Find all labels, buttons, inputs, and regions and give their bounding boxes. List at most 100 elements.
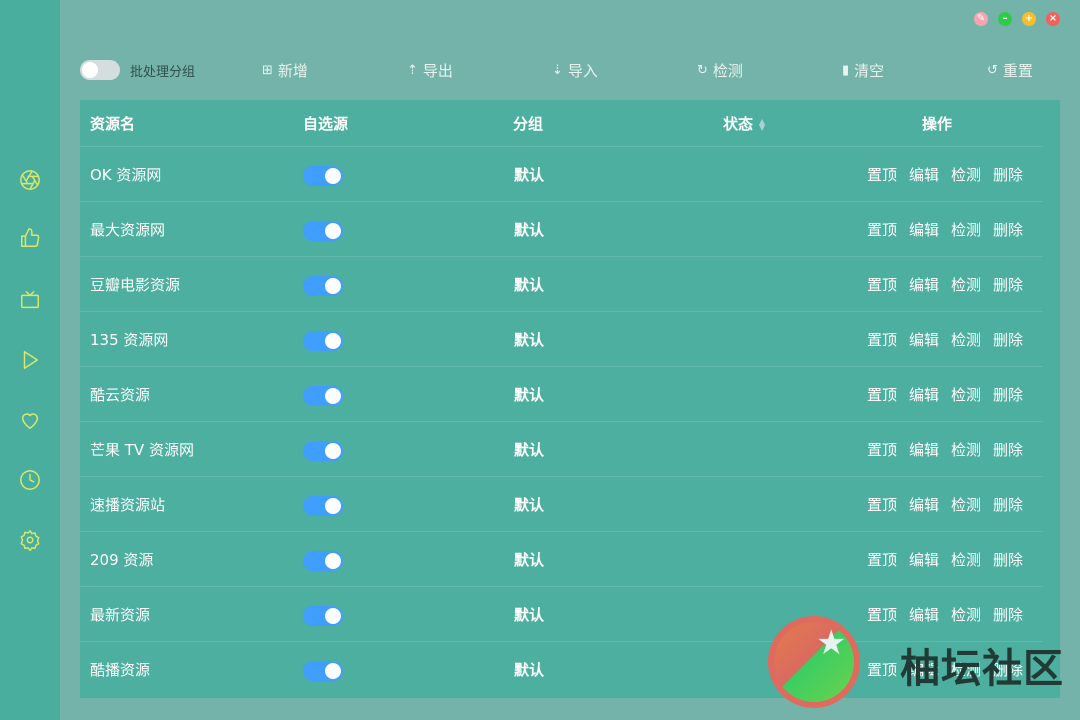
group-value: 默认 [514, 606, 545, 624]
batch-label: 批处理分组 [130, 64, 196, 80]
check-source-button[interactable]: 检测 [951, 219, 981, 240]
check-button[interactable]: ↻ 检测 [697, 60, 743, 81]
selected-switch[interactable] [303, 166, 343, 186]
selected-switch[interactable] [303, 496, 343, 516]
heart-icon[interactable] [18, 408, 42, 432]
check-source-button[interactable]: 检测 [951, 549, 981, 570]
window-controls: ✎ – + × [974, 12, 1060, 26]
pin-top-button[interactable]: 置顶 [867, 494, 897, 515]
pin-top-button[interactable]: 置顶 [867, 164, 897, 185]
sort-icon[interactable]: ▲ ▼ [759, 117, 765, 131]
edit-button[interactable]: 编辑 [909, 274, 939, 295]
add-button[interactable]: ⊞ 新增 [262, 60, 308, 81]
pin-top-button[interactable]: 置顶 [867, 604, 897, 625]
edit-button[interactable]: 编辑 [909, 604, 939, 625]
header-status-label: 状态 [723, 115, 754, 133]
star-icon: ★ [816, 623, 847, 663]
batch-toggle[interactable] [80, 60, 120, 80]
source-table: 资源名 自选源 分组 状态 ▲ ▼ 操作 OK 资源网 默认 置顶 编辑 检测 删除 最大资源网… [80, 100, 1060, 698]
check-source-button[interactable]: 检测 [951, 494, 981, 515]
aperture-icon[interactable] [18, 168, 42, 192]
table-row: 209 资源 默认 置顶 编辑 检测 删除 [80, 531, 1043, 586]
import-button[interactable]: ⇣ 导入 [552, 60, 598, 81]
group-value: 默认 [514, 166, 545, 184]
watermark-logo: ★ [768, 616, 860, 708]
selected-switch[interactable] [303, 276, 343, 296]
play-icon[interactable] [18, 348, 42, 372]
delete-button[interactable]: 删除 [993, 549, 1023, 570]
table-row: 豆瓣电影资源 默认 置顶 编辑 检测 删除 [80, 256, 1043, 311]
edit-button[interactable]: 编辑 [909, 329, 939, 350]
pin-icon[interactable]: ✎ [974, 12, 988, 26]
pin-top-button[interactable]: 置顶 [867, 659, 897, 680]
row-actions: 置顶 编辑 检测 删除 [867, 439, 1023, 460]
table-row: 芒果 TV 资源网 默认 置顶 编辑 检测 删除 [80, 421, 1043, 476]
edit-button[interactable]: 编辑 [909, 439, 939, 460]
check-source-button[interactable]: 检测 [951, 274, 981, 295]
tv-icon[interactable] [18, 288, 42, 312]
source-name: 135 资源网 [90, 331, 169, 349]
check-source-button[interactable]: 检测 [951, 329, 981, 350]
pin-top-button[interactable]: 置顶 [867, 274, 897, 295]
delete-button[interactable]: 删除 [993, 494, 1023, 515]
minimize-icon[interactable]: – [998, 12, 1012, 26]
maximize-icon[interactable]: + [1022, 12, 1036, 26]
pin-top-button[interactable]: 置顶 [867, 329, 897, 350]
group-value: 默认 [514, 386, 545, 404]
table-row: 最大资源网 默认 置顶 编辑 检测 删除 [80, 201, 1043, 256]
pin-top-button[interactable]: 置顶 [867, 439, 897, 460]
selected-switch[interactable] [303, 386, 343, 406]
selected-switch[interactable] [303, 606, 343, 626]
sidebar [0, 0, 60, 720]
pin-top-button[interactable]: 置顶 [867, 384, 897, 405]
selected-switch[interactable] [303, 221, 343, 241]
clock-icon[interactable] [18, 468, 42, 492]
check-source-button[interactable]: 检测 [951, 604, 981, 625]
thumbs-up-icon[interactable] [18, 226, 42, 250]
reset-button[interactable]: ↺ 重置 [987, 60, 1033, 81]
group-value: 默认 [514, 551, 545, 569]
row-actions: 置顶 编辑 检测 删除 [867, 604, 1023, 625]
edit-button[interactable]: 编辑 [909, 164, 939, 185]
selected-switch[interactable] [303, 551, 343, 571]
row-actions: 置顶 编辑 检测 删除 [867, 384, 1023, 405]
source-name: 豆瓣电影资源 [90, 276, 181, 294]
check-source-button[interactable]: 检测 [951, 439, 981, 460]
pin-top-button[interactable]: 置顶 [867, 219, 897, 240]
delete-button[interactable]: 删除 [993, 164, 1023, 185]
check-source-button[interactable]: 检测 [951, 164, 981, 185]
check-source-button[interactable]: 检测 [951, 384, 981, 405]
table-row: 最新资源 默认 置顶 编辑 检测 删除 [80, 586, 1043, 641]
delete-button[interactable]: 删除 [993, 219, 1023, 240]
row-actions: 置顶 编辑 检测 删除 [867, 274, 1023, 295]
edit-button[interactable]: 编辑 [909, 549, 939, 570]
selected-switch[interactable] [303, 441, 343, 461]
source-name: 芒果 TV 资源网 [90, 441, 194, 459]
table-body: OK 资源网 默认 置顶 编辑 检测 删除 最大资源网 默认 置顶 编辑 检测 删除 豆瓣电影资源 默认置… [80, 146, 1060, 696]
delete-button[interactable]: 删除 [993, 329, 1023, 350]
pin-top-button[interactable]: 置顶 [867, 549, 897, 570]
clear-button[interactable]: ▮ 清空 [842, 60, 884, 81]
selected-switch[interactable] [303, 331, 343, 351]
settings-icon[interactable] [18, 528, 42, 552]
selected-switch[interactable] [303, 661, 343, 681]
export-button[interactable]: ⇡ 导出 [407, 60, 453, 81]
source-name: 酷播资源 [90, 661, 151, 679]
reset-icon: ↺ [987, 62, 998, 78]
delete-button[interactable]: 删除 [993, 604, 1023, 625]
edit-button[interactable]: 编辑 [909, 219, 939, 240]
file-add-icon: ⊞ [262, 62, 273, 78]
delete-button[interactable]: 删除 [993, 439, 1023, 460]
close-icon[interactable]: × [1046, 12, 1060, 26]
table-row: 速播资源站 默认 置顶 编辑 检测 删除 [80, 476, 1043, 531]
row-actions: 置顶 编辑 检测 删除 [867, 494, 1023, 515]
header-status[interactable]: 状态 ▲ ▼ [723, 113, 765, 134]
source-name: 最大资源网 [90, 221, 166, 239]
delete-button[interactable]: 删除 [993, 274, 1023, 295]
group-value: 默认 [514, 661, 545, 679]
edit-button[interactable]: 编辑 [909, 384, 939, 405]
table-row: OK 资源网 默认 置顶 编辑 检测 删除 [80, 146, 1043, 201]
delete-button[interactable]: 删除 [993, 384, 1023, 405]
row-actions: 置顶 编辑 检测 删除 [867, 164, 1023, 185]
edit-button[interactable]: 编辑 [909, 494, 939, 515]
